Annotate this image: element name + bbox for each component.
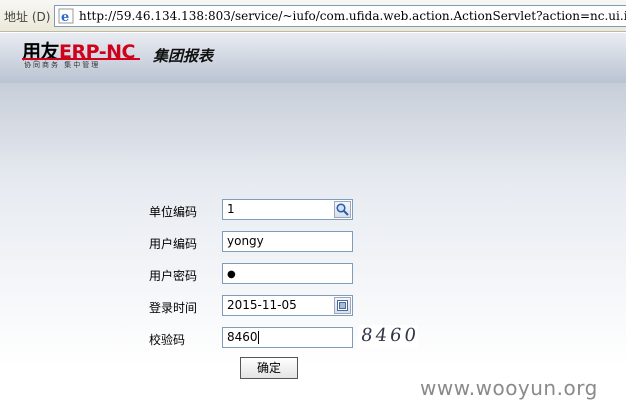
ie-page-icon: e (58, 8, 74, 24)
yonyou-erp-nc-logo: 用友ERP-NC 协同商务 集中管理 (22, 37, 144, 73)
address-url: http://59.46.134.138:803/service/~iufo/c… (79, 9, 626, 23)
login-area: 单位编码 1 用户编码 yongy 用户密码 ● 登录时间 2015-11-05 (0, 83, 626, 417)
login-date-row: 登录时间 2015-11-05 (0, 295, 626, 319)
watermark: www.wooyun.org (420, 376, 598, 400)
confirm-button[interactable]: 确定 (240, 357, 298, 379)
login-date-label: 登录时间 (149, 301, 198, 315)
user-code-input[interactable]: yongy (222, 231, 353, 252)
password-value: ● (227, 269, 236, 280)
captcha-input[interactable]: 8460 (222, 327, 353, 348)
password-label: 用户密码 (149, 269, 198, 283)
unit-code-value: 1 (227, 202, 235, 216)
captcha-label: 校验码 (149, 333, 186, 347)
text-cursor (257, 331, 259, 344)
captcha-row: 校验码 8460 8460 (0, 325, 626, 351)
calendar-button[interactable] (334, 297, 351, 314)
search-icon (336, 203, 349, 216)
user-code-label: 用户编码 (149, 237, 198, 251)
user-code-row: 用户编码 yongy (0, 231, 626, 255)
address-label: 地址 (D) (4, 10, 51, 24)
logo-subtitle: 协同商务 集中管理 (24, 61, 101, 69)
calendar-icon (337, 300, 348, 311)
unit-code-label: 单位编码 (149, 205, 198, 219)
captcha-image[interactable]: 8460 (358, 325, 421, 349)
password-row: 用户密码 ● (0, 263, 626, 287)
svg-text:e: e (61, 10, 69, 24)
browser-address-bar: 地址 (D) e http://59.46.134.138:803/servic… (0, 0, 626, 32)
captcha-value: 8460 (227, 330, 258, 344)
user-code-value: yongy (227, 234, 264, 248)
password-input[interactable]: ● (222, 263, 353, 284)
login-date-input[interactable]: 2015-11-05 (222, 295, 353, 316)
system-title: 集团报表 (153, 47, 214, 65)
unit-code-row: 单位编码 1 (0, 199, 626, 223)
search-button[interactable] (334, 201, 351, 218)
unit-code-input[interactable]: 1 (222, 199, 353, 220)
address-input[interactable]: e http://59.46.134.138:803/service/~iufo… (54, 5, 626, 27)
login-date-value: 2015-11-05 (227, 298, 297, 312)
captcha-image-text: 8460 (359, 325, 421, 346)
app-header: 用友ERP-NC 协同商务 集中管理 集团报表 (0, 33, 626, 83)
